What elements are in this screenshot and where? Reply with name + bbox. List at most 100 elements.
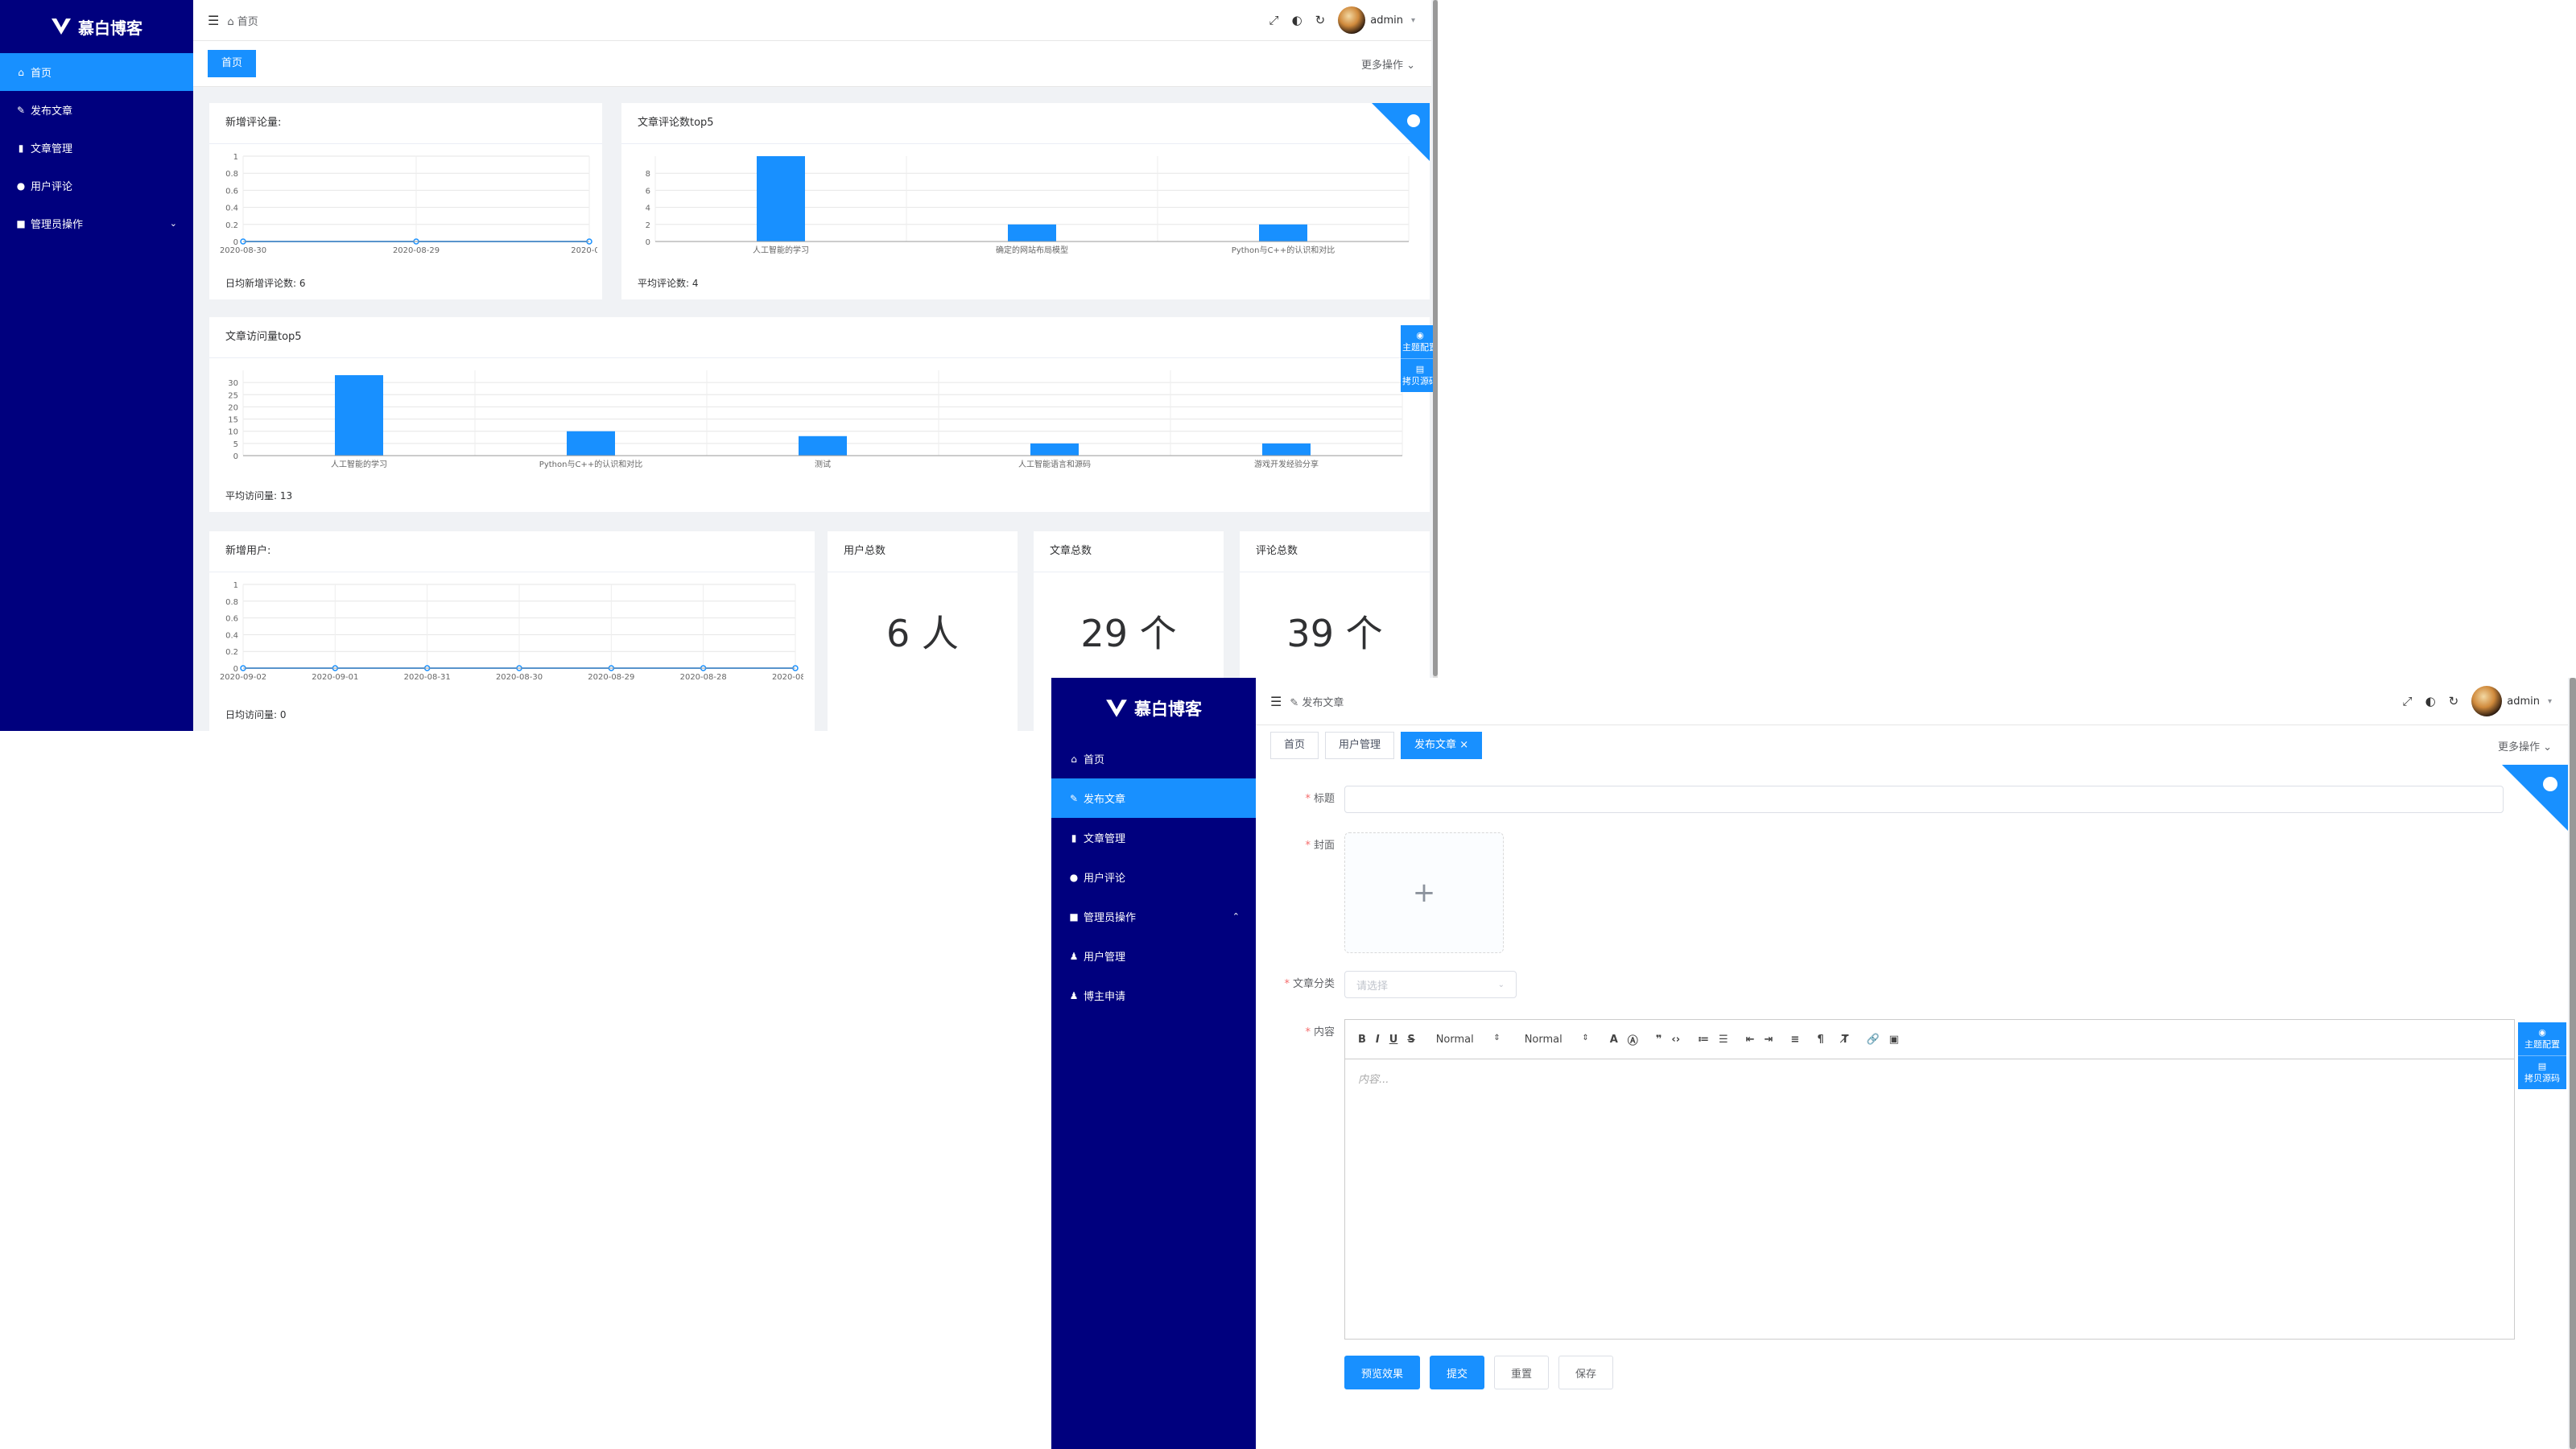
font-color-icon[interactable]: A bbox=[1610, 1034, 1618, 1046]
x-tick-label: 2020-08-30 bbox=[496, 673, 543, 682]
menu-label: 发布文章 bbox=[31, 105, 73, 118]
menu-item-admin[interactable]: ■ 管理员操作 ⌃ bbox=[1051, 897, 1256, 936]
text-direction-icon[interactable]: ¶ bbox=[1817, 1034, 1823, 1046]
code-block-icon[interactable]: ‹› bbox=[1671, 1034, 1680, 1046]
edit-icon: ✎ bbox=[1290, 696, 1302, 709]
clear-format-icon[interactable]: T̸ bbox=[1842, 1034, 1849, 1046]
brand-name: 慕白博客 bbox=[78, 18, 142, 38]
menu-item-publish[interactable]: ✎ 发布文章 bbox=[1051, 778, 1256, 818]
chevron-down-icon[interactable]: ▾ bbox=[1411, 16, 1415, 25]
theme-icon[interactable]: ◐ bbox=[2425, 694, 2436, 708]
sidebar: 慕白博客 ⌂ 首页 ✎ 发布文章 ▮ 文章管理 ● 用户评论 ■ 管理员操作 ⌃ ♟ 用户管理… bbox=[1051, 678, 1256, 1449]
github-corner-icon[interactable] bbox=[1372, 103, 1430, 161]
chevron-down-icon[interactable]: ▾ bbox=[2548, 697, 2552, 706]
refresh-icon[interactable]: ↻ bbox=[2449, 694, 2459, 708]
background-color-icon[interactable]: Ⓐ bbox=[1628, 1032, 1638, 1047]
palette-icon: ◉ bbox=[2538, 1027, 2546, 1038]
tab-home[interactable]: 首页 bbox=[1270, 732, 1319, 759]
menu-label: 文章管理 bbox=[31, 143, 73, 155]
stat-value: 39 个 bbox=[1286, 612, 1383, 655]
menu-item-comments[interactable]: ● 用户评论 bbox=[0, 167, 193, 204]
save-button[interactable]: 保存 bbox=[1558, 1356, 1614, 1389]
submit-button[interactable]: 提交 bbox=[1430, 1356, 1485, 1389]
category-select[interactable]: 请选择 ⌄ bbox=[1344, 971, 1517, 998]
cover-upload[interactable]: + bbox=[1344, 832, 1504, 953]
menu-item-admin[interactable]: ■ 管理员操作 ⌄ bbox=[0, 204, 193, 242]
menu-label: 首页 bbox=[1084, 754, 1105, 766]
book-icon: ▮ bbox=[1071, 832, 1077, 844]
bold-button[interactable]: B bbox=[1358, 1034, 1366, 1046]
fullscreen-icon[interactable]: ⤢ bbox=[2403, 694, 2413, 708]
menu-item-articles[interactable]: ▮ 文章管理 bbox=[0, 129, 193, 167]
copy-source-button[interactable]: ▤ 拷贝源码 bbox=[2518, 1056, 2566, 1089]
avatar[interactable] bbox=[2471, 686, 2503, 716]
header-select[interactable]: Normal ⇕ bbox=[1525, 1034, 1589, 1046]
user-icon: ♟ bbox=[1069, 989, 1079, 1001]
menu-item-articles[interactable]: ▮ 文章管理 bbox=[1051, 818, 1256, 857]
bar bbox=[1008, 224, 1056, 242]
underline-button[interactable]: U bbox=[1389, 1034, 1398, 1046]
y-tick-label: 1 bbox=[233, 581, 238, 590]
new-comments-card: 新增评论量: 0 0.2 0.4 0.6 0.8 1 2020-08-30 2020-08-2… bbox=[209, 103, 602, 299]
y-tick-label: 30 bbox=[228, 379, 238, 388]
menu-item-publish[interactable]: ✎ 发布文章 bbox=[0, 91, 193, 129]
strike-button[interactable]: S bbox=[1407, 1034, 1414, 1046]
refresh-icon[interactable]: ↻ bbox=[1315, 13, 1326, 27]
menu-toggle-icon[interactable]: ☰ bbox=[208, 13, 219, 28]
close-icon[interactable]: × bbox=[1459, 739, 1468, 751]
more-ops-dropdown[interactable]: 更多操作 ⌄ bbox=[2498, 738, 2552, 753]
menu-item-comments[interactable]: ● 用户评论 bbox=[1051, 857, 1256, 897]
editor-content[interactable]: 内容... bbox=[1345, 1059, 2514, 1097]
scrollbar-thumb[interactable] bbox=[2570, 678, 2576, 1449]
menu-label: 用户评论 bbox=[1084, 873, 1126, 885]
image-icon[interactable]: ▣ bbox=[1889, 1034, 1899, 1046]
bullet-list-icon[interactable]: ☰ bbox=[1719, 1034, 1728, 1046]
link-icon[interactable]: 🔗 bbox=[1866, 1034, 1879, 1046]
y-tick-label: 0.4 bbox=[225, 631, 238, 640]
card-footer: 日均访问量: 0 bbox=[225, 709, 287, 720]
indent-icon[interactable]: ⇥ bbox=[1765, 1034, 1773, 1046]
header-right: ⤢ ◐ ↻ admin ▾ bbox=[1263, 6, 1415, 34]
username[interactable]: admin bbox=[1370, 14, 1403, 27]
logo[interactable]: 慕白博客 bbox=[1051, 678, 1256, 739]
menu-item-blogger-apply[interactable]: ♟ 博主申请 bbox=[1051, 976, 1256, 1015]
x-tick-label: 游戏开发经验分享 bbox=[1254, 459, 1319, 469]
italic-button[interactable]: I bbox=[1376, 1034, 1380, 1046]
avatar[interactable] bbox=[1338, 6, 1366, 34]
tab-user-manage[interactable]: 用户管理 bbox=[1325, 732, 1395, 759]
preview-button[interactable]: 预览效果 bbox=[1344, 1356, 1421, 1389]
menu-toggle-icon[interactable]: ☰ bbox=[1270, 694, 1282, 709]
username[interactable]: admin bbox=[2507, 696, 2540, 708]
x-tick-label: 2020-08-28 bbox=[680, 673, 727, 682]
title-input[interactable] bbox=[1344, 786, 2504, 813]
theme-config-button[interactable]: ◉ 主题配置 bbox=[2518, 1022, 2566, 1056]
scrollbar-thumb[interactable] bbox=[1433, 0, 1438, 676]
blockquote-icon[interactable]: ❞ bbox=[1656, 1034, 1662, 1046]
outdent-icon[interactable]: ⇤ bbox=[1746, 1034, 1755, 1046]
updown-icon: ⇕ bbox=[1493, 1033, 1501, 1042]
menu-item-user-manage[interactable]: ♟ 用户管理 bbox=[1051, 936, 1256, 976]
align-icon[interactable]: ≡ bbox=[1790, 1034, 1799, 1046]
scrollbar[interactable] bbox=[2570, 678, 2576, 1449]
x-tick-label: 人工智能的学习 bbox=[753, 245, 809, 255]
publish-form: * 标题 * 封面 + * 文章分类 请选择 ⌄ * 内容 B I U S No… bbox=[1256, 765, 2568, 1449]
title-label: * 标题 bbox=[1305, 793, 1335, 805]
reset-button[interactable]: 重置 bbox=[1494, 1356, 1550, 1389]
size-select[interactable]: Normal ⇕ bbox=[1436, 1034, 1501, 1046]
menu-item-home[interactable]: ⌂ 首页 bbox=[1051, 739, 1256, 778]
card-title: 文章访问量top5 bbox=[209, 317, 1430, 358]
scrollbar[interactable] bbox=[1433, 0, 1438, 731]
y-tick-label: 6 bbox=[646, 187, 650, 196]
more-ops-dropdown[interactable]: 更多操作 ⌄ bbox=[1361, 56, 1415, 72]
tags-bar: 首页 更多操作 ⌄ bbox=[193, 41, 1431, 87]
y-tick-label: 10 bbox=[228, 428, 238, 437]
theme-icon[interactable]: ◐ bbox=[1292, 13, 1302, 27]
select-placeholder: 请选择 bbox=[1356, 980, 1389, 993]
tab-publish[interactable]: 发布文章 × bbox=[1401, 732, 1483, 759]
logo[interactable]: 慕白博客 bbox=[0, 0, 193, 53]
ordered-list-icon[interactable]: ≔ bbox=[1698, 1034, 1709, 1046]
chevron-down-icon: ⌄ bbox=[1497, 980, 1505, 989]
menu-item-home[interactable]: ⌂ 首页 bbox=[0, 53, 193, 91]
fullscreen-icon[interactable]: ⤢ bbox=[1269, 13, 1279, 27]
tab-home[interactable]: 首页 bbox=[208, 50, 257, 77]
